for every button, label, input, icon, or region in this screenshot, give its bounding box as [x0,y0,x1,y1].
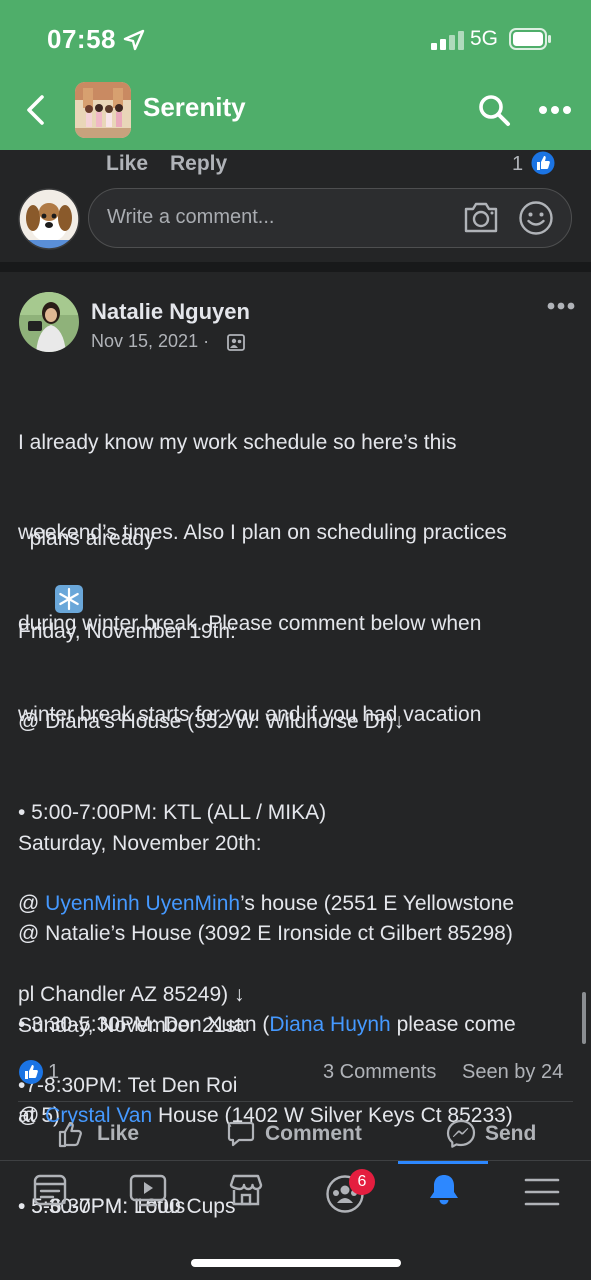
schedule-item: • 5-6:30PM: Lotus [18,1195,186,1219]
home-indicator[interactable] [191,1259,401,1267]
post-separator [0,262,591,272]
post-reaction-count[interactable]: 1 [48,1061,59,1084]
post-line: plans already [29,527,155,551]
emoji-icon[interactable] [518,200,554,236]
battery-icon [509,28,551,50]
comment-like-link[interactable]: Like [106,152,148,176]
send-button-label: Send [485,1122,537,1145]
user-avatar[interactable] [18,188,80,250]
group-avatar[interactable] [75,82,131,138]
day-heading: Sunday, November 21st: [18,1013,248,1037]
menu-hamburger-icon[interactable] [524,1177,560,1207]
post-author-name[interactable]: Natalie Nguyen [91,299,250,325]
nav-divider [0,1160,591,1161]
like-reaction-icon[interactable] [18,1059,44,1085]
comment-bubble-icon [227,1121,255,1147]
news-feed-icon[interactable] [32,1172,68,1208]
notifications-bell-icon[interactable] [425,1172,463,1208]
marketplace-icon[interactable] [227,1172,265,1208]
back-chevron-icon[interactable] [24,94,48,126]
author-avatar[interactable] [18,291,80,353]
send-button[interactable]: Send [445,1117,545,1151]
comments-count[interactable]: 3 Comments [323,1061,436,1084]
location-line: @ Diana’s House (352 W. Wildhorse Dr)↓ [18,710,405,734]
watch-video-icon[interactable] [128,1172,168,1208]
camera-icon[interactable] [462,199,500,235]
day-heading: Saturday, November 20th: [18,831,262,855]
post-date[interactable]: Nov 15, 2021 · [91,331,209,352]
signal-icon [431,31,464,50]
scrollbar-thumb[interactable] [582,992,586,1044]
members-audience-icon [227,334,245,351]
comment-reaction-count: 1 [512,153,524,175]
comment-reply-link[interactable]: Reply [170,152,227,176]
post-line: I already know my work schedule so here’… [18,430,457,454]
comment-input-placeholder: Write a comment... [107,206,275,228]
like-reaction-icon [530,150,556,176]
active-tab-indicator [398,1161,488,1164]
search-icon[interactable] [477,93,511,127]
status-time: 07:58 [47,24,116,54]
location-arrow-icon [123,29,145,51]
day-heading: Friday, November 19th: [18,619,236,643]
network-label: 5G [470,27,499,50]
seen-by-count[interactable]: Seen by 24 [462,1061,563,1084]
group-title[interactable]: Serenity [143,92,246,123]
messenger-icon [446,1119,476,1148]
more-options-icon[interactable] [538,104,572,116]
notification-badge: 6 [349,1169,375,1195]
comment-button[interactable]: Comment [227,1117,377,1151]
divider [18,1101,573,1102]
thumbs-up-icon [58,1121,82,1148]
post-more-options-icon[interactable] [547,300,575,312]
like-button[interactable]: Like [57,1117,197,1151]
like-button-label: Like [97,1122,140,1145]
comment-button-label: Comment [265,1122,362,1145]
location-line: @ Natalie’s House (3092 E Ironside ct Gi… [18,922,513,946]
